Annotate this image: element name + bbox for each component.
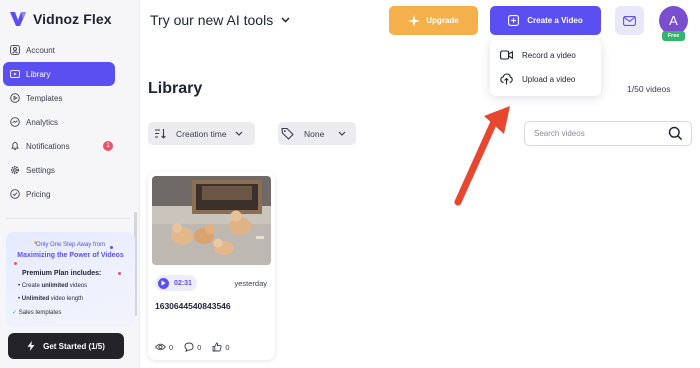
video-thumbnail-image bbox=[152, 176, 271, 265]
promo-feature: ✓ Sales templates bbox=[12, 310, 62, 316]
mail-icon bbox=[623, 15, 636, 26]
sparkle-icon bbox=[408, 14, 421, 27]
sidebar-divider bbox=[6, 218, 130, 219]
chevron-down-icon bbox=[235, 131, 242, 136]
menu-item-record-video[interactable]: Record a video bbox=[500, 48, 576, 62]
sort-label: Creation time bbox=[176, 128, 227, 139]
sidebar-item-library[interactable]: Library bbox=[3, 62, 115, 86]
lightning-icon bbox=[27, 341, 35, 351]
upgrade-button[interactable]: Upgrade bbox=[389, 6, 478, 35]
promo-feature: • Create unlimited videos bbox=[18, 283, 88, 289]
comment-icon bbox=[184, 342, 194, 352]
tag-icon bbox=[281, 127, 294, 140]
sort-dropdown[interactable]: Creation time bbox=[148, 122, 255, 145]
plus-square-icon bbox=[508, 15, 520, 26]
check-circle-icon bbox=[10, 189, 20, 199]
video-date: yesterday bbox=[234, 279, 267, 288]
duration-pill[interactable]: 02:31 bbox=[155, 275, 197, 291]
notification-count-badge: 1 bbox=[103, 141, 113, 151]
page-title: Library bbox=[148, 80, 203, 97]
library-icon bbox=[10, 69, 20, 79]
sidebar-item-label: Analytics bbox=[26, 117, 59, 127]
create-video-label: Create a Video bbox=[527, 16, 583, 25]
menu-item-label: Upload a video bbox=[522, 74, 576, 84]
sidebar-item-label: Account bbox=[26, 45, 55, 55]
sidebar: Vidnoz Flex Account Library Templates An… bbox=[0, 0, 140, 368]
bell-icon bbox=[11, 142, 19, 151]
analytics-icon bbox=[10, 117, 20, 127]
sidebar-item-templates[interactable]: Templates bbox=[3, 86, 115, 110]
video-camera-icon bbox=[500, 50, 513, 60]
upload-icon bbox=[500, 73, 513, 85]
sidebar-item-notifications[interactable]: Notifications 1 bbox=[3, 134, 115, 158]
sidebar-item-account[interactable]: Account bbox=[3, 38, 115, 62]
decor-dot bbox=[14, 262, 17, 265]
video-stats: 0 0 0 bbox=[155, 342, 230, 352]
create-video-button[interactable]: Create a Video bbox=[490, 6, 601, 35]
likes-stat[interactable]: 0 bbox=[212, 342, 230, 352]
eye-icon bbox=[155, 343, 166, 351]
play-icon[interactable] bbox=[158, 277, 169, 289]
sidebar-item-settings[interactable]: Settings bbox=[3, 158, 115, 182]
likes-count: 0 bbox=[225, 342, 230, 352]
sidebar-item-label: Notifications bbox=[26, 141, 70, 151]
search-icon[interactable] bbox=[668, 126, 683, 141]
annotation-arrow bbox=[454, 106, 510, 206]
create-video-menu: Record a video Upload a video bbox=[490, 40, 601, 96]
plan-badge: Free bbox=[662, 31, 685, 41]
ai-tools-promo-text: Try our new AI tools bbox=[150, 12, 274, 28]
search-box bbox=[524, 121, 692, 146]
comments-count: 0 bbox=[197, 342, 202, 352]
upgrade-label: Upgrade bbox=[426, 16, 459, 25]
app-logo[interactable]: Vidnoz Flex bbox=[8, 8, 112, 30]
video-count: 1/50 videos bbox=[627, 84, 671, 94]
promo-headline: Maximizing the Power of Videos bbox=[17, 252, 124, 259]
tag-filter-dropdown[interactable]: None bbox=[278, 122, 356, 145]
sidebar-item-label: Library bbox=[26, 69, 51, 79]
comments-stat: 0 bbox=[184, 342, 201, 352]
sort-icon bbox=[155, 129, 166, 139]
thumbs-up-icon bbox=[212, 342, 222, 352]
tag-filter-label: None bbox=[304, 128, 325, 139]
promo-tagline: Only One Step Away from bbox=[36, 242, 105, 248]
chevron-down-icon bbox=[338, 131, 346, 136]
sidebar-item-label: Templates bbox=[26, 93, 63, 103]
sidebar-nav: Account Library Templates Analytics Noti… bbox=[3, 38, 115, 206]
search-input[interactable] bbox=[534, 129, 664, 138]
app-name: Vidnoz Flex bbox=[33, 11, 112, 27]
sidebar-item-analytics[interactable]: Analytics bbox=[3, 110, 115, 134]
sidebar-item-pricing[interactable]: Pricing bbox=[3, 182, 115, 206]
views-stat: 0 bbox=[155, 342, 173, 352]
templates-icon bbox=[10, 93, 20, 103]
get-started-label: Get Started (1/5) bbox=[43, 341, 105, 351]
vidnoz-logo-icon bbox=[10, 12, 26, 26]
menu-item-upload-video[interactable]: Upload a video bbox=[500, 72, 575, 86]
user-icon bbox=[10, 45, 20, 55]
menu-item-label: Record a video bbox=[522, 50, 576, 60]
chevron-down-icon bbox=[281, 17, 290, 23]
video-thumbnail[interactable] bbox=[152, 176, 271, 265]
views-count: 0 bbox=[169, 342, 174, 352]
decor-dot bbox=[118, 272, 121, 275]
get-started-button[interactable]: Get Started (1/5) bbox=[8, 333, 124, 359]
video-title: 1630644540843546 bbox=[155, 301, 231, 311]
ai-tools-promo-dropdown[interactable]: Try our new AI tools bbox=[150, 12, 290, 28]
video-duration: 02:31 bbox=[174, 279, 192, 287]
sidebar-item-label: Pricing bbox=[26, 189, 51, 199]
video-card[interactable]: 02:31 yesterday 1630644540843546 0 0 0 bbox=[148, 172, 275, 360]
promo-feature: • Unlimited video length bbox=[18, 296, 84, 302]
promo-plan-heading: Premium Plan includes: bbox=[22, 270, 102, 277]
messages-button[interactable] bbox=[615, 6, 644, 35]
premium-promo-card[interactable]: Only One Step Away from Maximizing the P… bbox=[6, 232, 135, 327]
sidebar-item-label: Settings bbox=[26, 165, 55, 175]
gear-icon bbox=[10, 165, 20, 175]
